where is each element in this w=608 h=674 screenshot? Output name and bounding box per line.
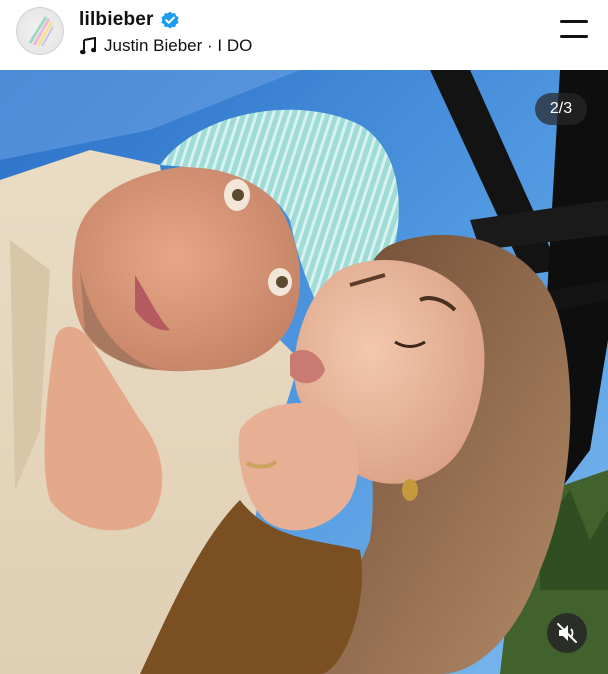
username-row: lilbieber: [79, 8, 180, 32]
muted-speaker-icon: [557, 623, 577, 643]
verified-badge-icon: [161, 11, 179, 29]
username[interactable]: lilbieber: [79, 9, 154, 31]
menu-icon[interactable]: [558, 20, 590, 40]
avatar-art: [28, 16, 54, 47]
slide-counter-badge: 2/3: [535, 93, 587, 125]
post-photo[interactable]: [0, 70, 608, 674]
mute-button[interactable]: [547, 613, 587, 653]
photo-illustration: [0, 70, 608, 674]
audio-row[interactable]: Justin Bieber · I DO: [80, 35, 252, 57]
audio-track-label: Justin Bieber · I DO: [104, 36, 253, 55]
music-note-icon: [80, 37, 96, 55]
avatar[interactable]: [16, 7, 64, 55]
post-header: lilbieber Justin Bieber · I DO: [0, 0, 608, 70]
